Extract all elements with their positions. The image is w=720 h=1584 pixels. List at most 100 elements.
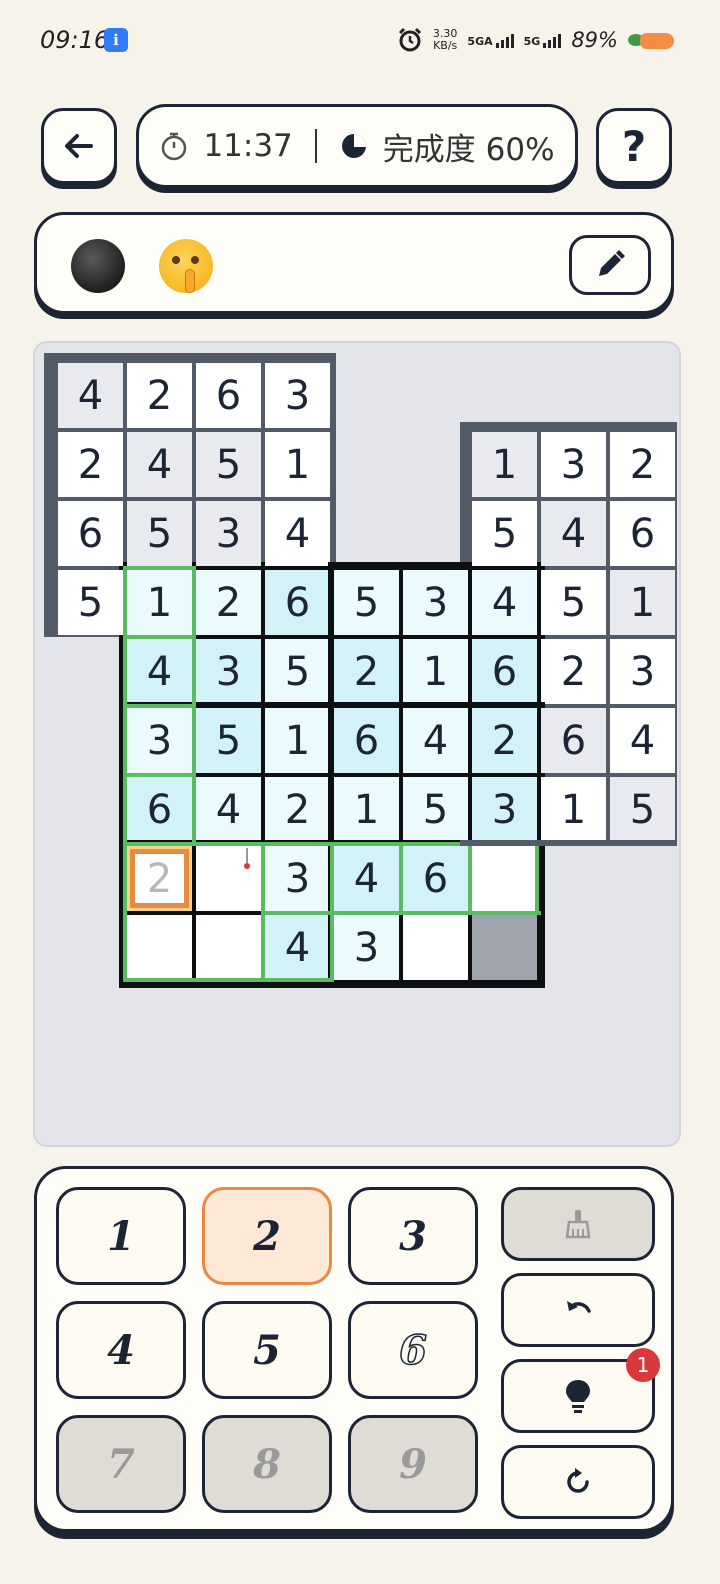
board-cell[interactable]: 3 — [127, 708, 192, 773]
board-cell[interactable]: 5 — [58, 570, 123, 635]
board-cell[interactable]: 3 — [265, 846, 330, 911]
board-cell[interactable]: 6 — [403, 846, 468, 911]
board-cell[interactable]: 1 — [541, 777, 606, 842]
number-key-4[interactable]: 4 — [56, 1301, 186, 1399]
board-cell[interactable]: 2 — [541, 639, 606, 704]
board-cell[interactable]: 6 — [58, 501, 123, 566]
sim2-label: 5G — [523, 35, 541, 48]
cage-outline — [123, 704, 196, 708]
board-cell[interactable]: 2 — [610, 432, 675, 497]
board-cell-empty[interactable] — [472, 846, 537, 911]
erase-button[interactable] — [501, 1187, 655, 1261]
board-cell[interactable]: 6 — [541, 708, 606, 773]
restart-button[interactable] — [501, 1445, 655, 1519]
board-cell[interactable]: 4 — [541, 501, 606, 566]
number-key-label: 5 — [253, 1326, 281, 1374]
grid-edge — [460, 840, 677, 846]
cage-outline — [535, 842, 539, 913]
board-cell[interactable]: 4 — [472, 570, 537, 635]
signal-icon — [495, 32, 514, 48]
board-cell[interactable]: 3 — [472, 777, 537, 842]
board-cell[interactable]: 3 — [541, 432, 606, 497]
pencil-notes-button[interactable] — [569, 235, 651, 295]
board-cell[interactable]: 3 — [196, 501, 261, 566]
sim1-label: 5GA — [467, 35, 493, 48]
board-cell[interactable]: 3 — [610, 639, 675, 704]
board-cell[interactable]: 1 — [127, 570, 192, 635]
help-button[interactable]: ? — [596, 108, 672, 184]
board-cell[interactable]: 1 — [403, 639, 468, 704]
cage-outline — [123, 978, 334, 982]
board-cell[interactable]: 6 — [196, 363, 261, 428]
board-cell-empty[interactable] — [127, 915, 192, 980]
board-cell[interactable]: 5 — [403, 777, 468, 842]
board-cell-empty[interactable] — [403, 915, 468, 980]
board-cell[interactable]: 2 — [127, 846, 192, 911]
board-cell[interactable]: 1 — [265, 432, 330, 497]
pencil-icon — [599, 250, 625, 276]
refresh-icon — [567, 1468, 589, 1493]
back-button[interactable] — [41, 108, 117, 184]
board-cell[interactable]: 5 — [196, 708, 261, 773]
timer-progress-panel: 11:37 完成度 60% — [136, 104, 578, 188]
number-key-2[interactable]: 2 — [202, 1187, 332, 1285]
cage-outline — [468, 842, 472, 913]
board-cell[interactable]: 5 — [127, 501, 192, 566]
board-cell[interactable]: 6 — [127, 777, 192, 842]
number-key-7[interactable]: 7 — [56, 1415, 186, 1513]
board-cell[interactable]: 2 — [127, 363, 192, 428]
board-cell[interactable]: 4 — [58, 363, 123, 428]
board-cell[interactable]: 1 — [472, 432, 537, 497]
number-key-1[interactable]: 1 — [56, 1187, 186, 1285]
board-cell[interactable]: 5 — [196, 432, 261, 497]
board-cell[interactable]: 5 — [610, 777, 675, 842]
board-cell[interactable]: 2 — [265, 777, 330, 842]
board-cell[interactable]: 4 — [265, 501, 330, 566]
board-cell[interactable]: 3 — [265, 363, 330, 428]
shushing-face-icon[interactable] — [159, 239, 213, 293]
emoji-toolbar — [34, 212, 674, 314]
board-cell[interactable]: 6 — [472, 639, 537, 704]
board-cell[interactable]: 1 — [334, 777, 399, 842]
divider — [314, 129, 317, 163]
board-cell-empty[interactable] — [196, 915, 261, 980]
board-cell[interactable]: 6 — [610, 501, 675, 566]
cage-outline — [123, 773, 196, 777]
board-cell[interactable]: 6 — [265, 570, 330, 635]
board-cell[interactable]: 4 — [334, 846, 399, 911]
board-cell[interactable]: 4 — [265, 915, 330, 980]
board-cell[interactable]: 5 — [334, 570, 399, 635]
board-cell[interactable]: 2 — [472, 708, 537, 773]
board-cell-empty[interactable] — [472, 915, 537, 980]
board-cell[interactable]: 4 — [127, 432, 192, 497]
cage-outline — [123, 842, 127, 982]
board-cell[interactable]: 4 — [403, 708, 468, 773]
board-cell[interactable]: 2 — [58, 432, 123, 497]
board-cell[interactable]: 3 — [403, 570, 468, 635]
undo-button[interactable] — [501, 1273, 655, 1347]
board-cell[interactable]: 6 — [334, 708, 399, 773]
alarm-icon — [398, 27, 421, 52]
board-cell[interactable]: 5 — [541, 570, 606, 635]
number-key-3[interactable]: 3 — [348, 1187, 478, 1285]
board-cell[interactable]: 1 — [265, 708, 330, 773]
board-cell[interactable]: 4 — [610, 708, 675, 773]
board-cell[interactable]: 5 — [472, 501, 537, 566]
board-cell[interactable]: 2 — [196, 570, 261, 635]
hint-button[interactable]: 1 — [501, 1348, 660, 1433]
board-cell-empty[interactable] — [196, 846, 261, 911]
number-key-8[interactable]: 8 — [202, 1415, 332, 1513]
board-cell[interactable]: 2 — [334, 639, 399, 704]
number-key-9[interactable]: 9 — [348, 1415, 478, 1513]
lightbulb-icon — [566, 1380, 590, 1413]
board-cell[interactable]: 4 — [127, 639, 192, 704]
board-cell[interactable]: 3 — [196, 639, 261, 704]
number-key-5[interactable]: 5 — [202, 1301, 332, 1399]
board-cell[interactable]: 1 — [610, 570, 675, 635]
board-cell[interactable]: 3 — [334, 915, 399, 980]
board-cell[interactable]: 5 — [265, 639, 330, 704]
board-cell[interactable]: 4 — [196, 777, 261, 842]
black-ball-icon[interactable] — [71, 239, 125, 293]
number-key-6[interactable]: 6 — [348, 1301, 478, 1399]
status-right: 3.30 KB/s 5GA 5G 89% — [397, 24, 674, 56]
